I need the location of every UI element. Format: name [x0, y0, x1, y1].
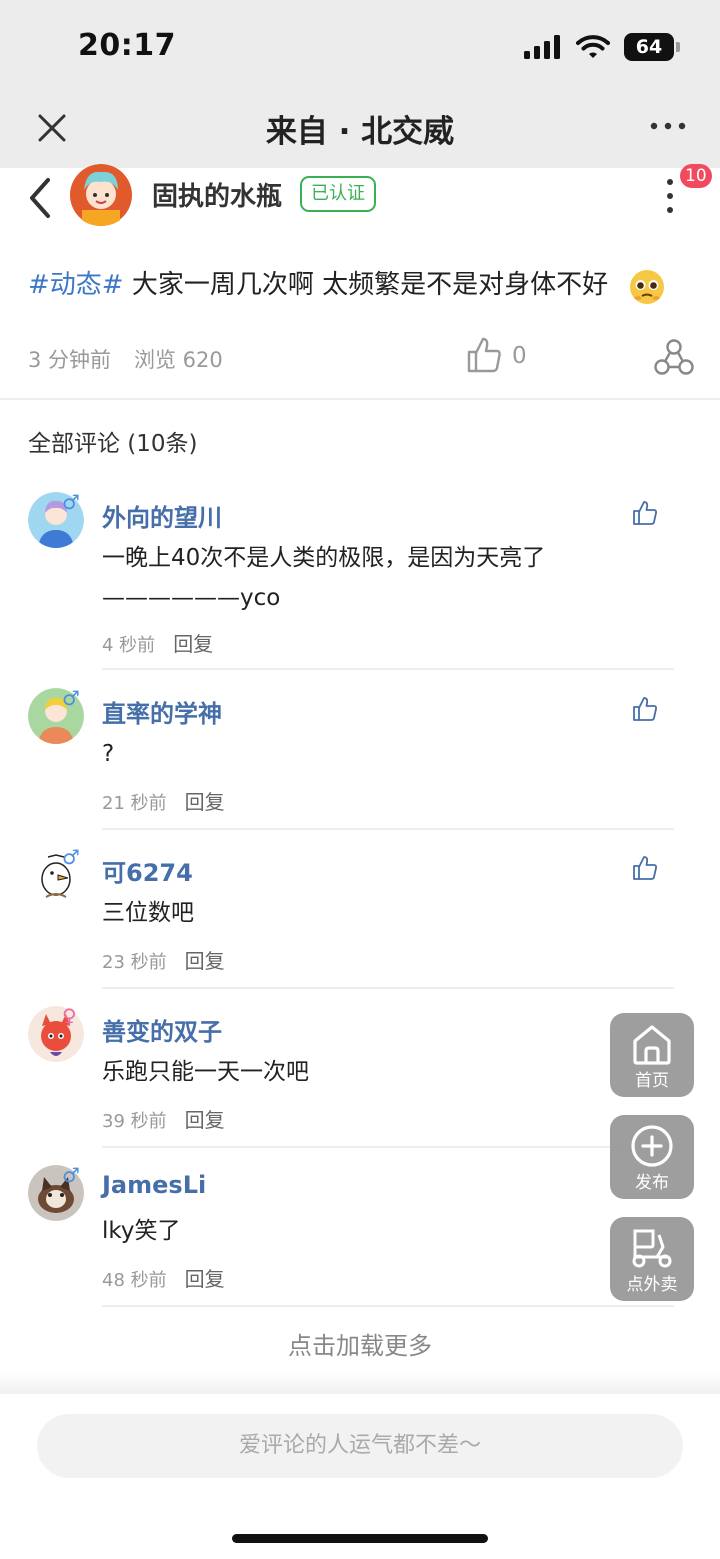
scooter-icon: [632, 1229, 672, 1268]
reply-button[interactable]: 回复: [173, 632, 213, 656]
home-icon: [633, 1025, 671, 1065]
commenter-name[interactable]: 可6274: [102, 853, 193, 888]
gender-female-icon: ♀: [62, 1004, 77, 1028]
gender-male-icon: ♂: [62, 490, 80, 514]
comment-divider: [102, 668, 674, 670]
bottom-bar: 爱评论的人运气都不差～: [0, 1394, 720, 1559]
home-button[interactable]: 首页: [610, 1013, 694, 1097]
notification-badge: 10: [680, 164, 712, 188]
reply-button[interactable]: 回复: [185, 949, 225, 973]
load-more-button[interactable]: 点击加载更多: [0, 1326, 720, 1361]
post-views: 浏览 620: [134, 348, 223, 372]
comment-meta: 48 秒前 回复: [102, 1263, 225, 1292]
vertical-more-icon[interactable]: [660, 176, 680, 216]
plus-circle-icon: [631, 1125, 673, 1167]
top-area: 20:17 64 来自 · 北交威: [0, 0, 720, 168]
comment-text: 三位数吧: [102, 900, 194, 926]
reply-button[interactable]: 回复: [185, 1267, 225, 1291]
author-row: 固执的水瓶 已认证 10: [0, 164, 720, 226]
comment-text: 乐跑只能一天一次吧: [102, 1059, 309, 1085]
comment-item: ♂ 可6274 三位数吧 23 秒前 回复: [0, 845, 720, 989]
thumbs-up-icon[interactable]: [632, 855, 658, 881]
comment-meta: 21 秒前 回复: [102, 786, 225, 815]
comment-divider: [102, 987, 674, 989]
comment-time: 48 秒前: [102, 1270, 167, 1291]
home-indicator: [232, 1534, 488, 1543]
share-icon[interactable]: [654, 338, 694, 376]
comment-divider: [102, 1305, 674, 1307]
author-avatar[interactable]: [68, 164, 134, 226]
back-arrow-icon[interactable]: [22, 176, 58, 220]
comment-time: 39 秒前: [102, 1111, 167, 1132]
thumbs-up-icon[interactable]: [632, 696, 658, 722]
post-time: 3 分钟前: [28, 348, 112, 372]
comment-input[interactable]: 爱评论的人运气都不差～: [37, 1414, 683, 1478]
commenter-name[interactable]: 直率的学神: [102, 694, 222, 729]
page-title: 来自 · 北交威: [265, 114, 455, 150]
battery-indicator: 64: [624, 33, 680, 61]
takeout-button[interactable]: 点外卖: [610, 1217, 694, 1301]
bottom-shadow: [0, 1372, 720, 1394]
comment-meta: 4 秒前 回复: [102, 628, 213, 657]
post-meta-row: 3 分钟前 浏览 620 0: [28, 337, 694, 378]
status-icons: 64: [524, 30, 680, 64]
comment-item: ♂ 直率的学神 ? 21 秒前 回复: [0, 686, 720, 830]
comment-time: 23 秒前: [102, 952, 167, 973]
home-label: 首页: [635, 1071, 669, 1091]
publish-label: 发布: [635, 1173, 669, 1193]
comment-meta: 39 秒前 回复: [102, 1104, 225, 1133]
author-name[interactable]: 固执的水瓶: [152, 176, 282, 213]
comment-divider: [102, 828, 674, 830]
comment-meta: 23 秒前 回复: [102, 945, 225, 974]
commenter-name[interactable]: 善变的双子: [102, 1012, 222, 1047]
post-like-count: 0: [512, 343, 527, 369]
publish-button[interactable]: 发布: [610, 1115, 694, 1199]
comment-time: 21 秒前: [102, 793, 167, 814]
comments-header: 全部评论 (10条): [28, 431, 198, 457]
comment-divider: [102, 1146, 674, 1148]
thumbs-up-icon[interactable]: [466, 336, 502, 374]
gender-male-icon: ♂: [62, 686, 80, 710]
gender-male-icon: ♂: [62, 1163, 80, 1187]
post-topic[interactable]: #动态#: [28, 270, 124, 300]
post-text: #动态# 大家一周几次啊 太频繁是不是对身体不好: [28, 264, 608, 301]
post-body: 大家一周几次啊 太频繁是不是对身体不好: [123, 270, 609, 300]
comment-item: ♂ 外向的望川 一晚上40次不是人类的极限，是因为天亮了——————yco 4 …: [0, 490, 720, 670]
more-options-icon[interactable]: [648, 114, 688, 138]
comment-time: 4 秒前: [102, 635, 156, 656]
section-divider: [0, 398, 720, 400]
comment-text: ?: [102, 741, 115, 767]
takeout-label: 点外卖: [626, 1275, 678, 1295]
cellular-signal-icon: [524, 35, 560, 59]
pleading-face-emoji-icon: [630, 270, 664, 304]
gender-male-icon: ♂: [62, 845, 80, 869]
reply-button[interactable]: 回复: [185, 790, 225, 814]
reply-button[interactable]: 回复: [185, 1108, 225, 1132]
commenter-name[interactable]: JamesLi: [102, 1171, 206, 1199]
wifi-icon: [576, 35, 610, 58]
verified-badge: 已认证: [300, 176, 376, 212]
commenter-name[interactable]: 外向的望川: [102, 498, 222, 533]
thumbs-up-icon[interactable]: [632, 500, 658, 526]
comment-text: 一晚上40次不是人类的极限，是因为天亮了——————yco: [102, 545, 546, 611]
comment-text: lky笑了: [102, 1218, 181, 1244]
status-time: 20:17: [78, 28, 176, 63]
